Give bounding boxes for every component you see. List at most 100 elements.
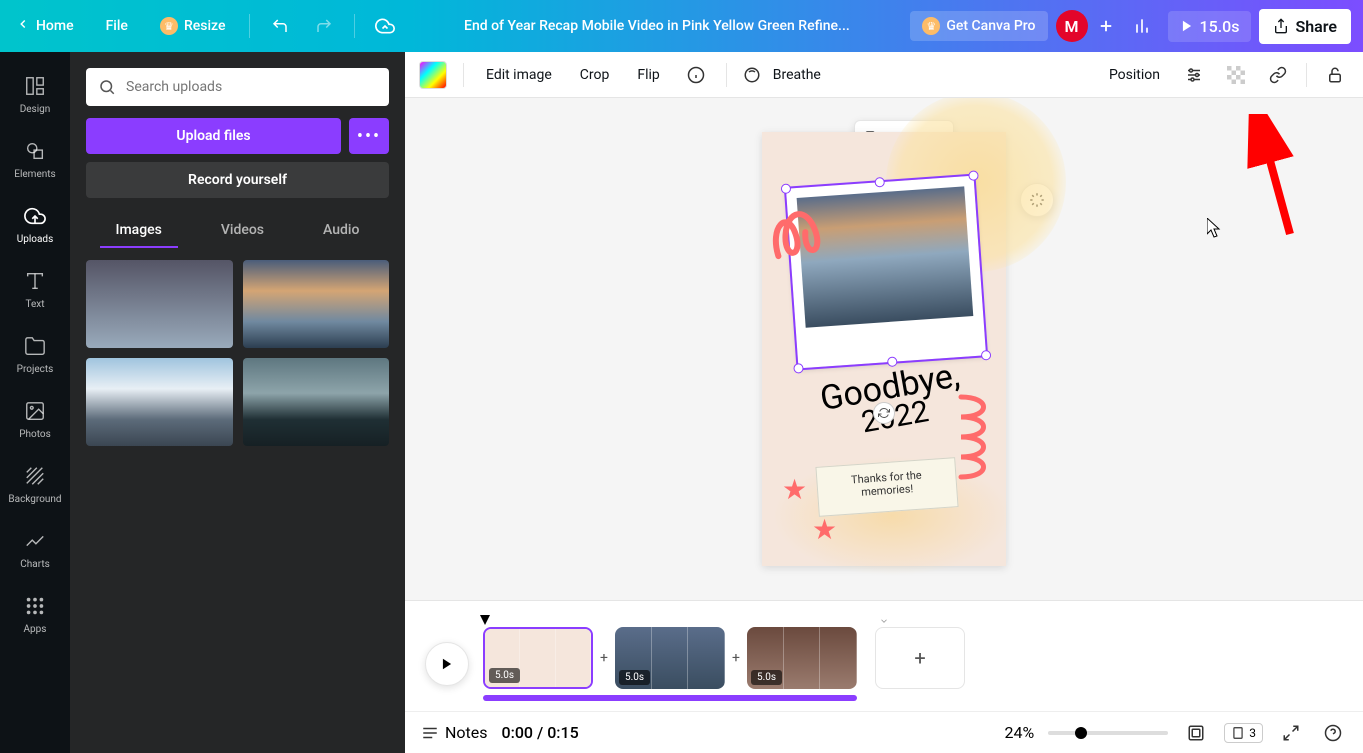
upload-thumbnail[interactable] bbox=[86, 260, 233, 348]
cloud-sync-icon[interactable] bbox=[367, 8, 403, 44]
effects-icon[interactable] bbox=[1180, 61, 1208, 89]
add-between-icon[interactable]: + bbox=[597, 650, 611, 666]
share-button[interactable]: Share bbox=[1259, 9, 1351, 44]
sidebar-item-projects[interactable]: Projects bbox=[0, 322, 70, 387]
cursor-icon bbox=[1207, 218, 1223, 243]
crown-icon: ♛ bbox=[922, 17, 940, 35]
context-toolbar: Edit image Crop Flip Breathe Position bbox=[405, 52, 1363, 98]
sidebar-item-photos[interactable]: Photos bbox=[0, 387, 70, 452]
undo-button[interactable] bbox=[262, 8, 298, 44]
notes-button[interactable]: Notes bbox=[421, 723, 488, 742]
page-indicator[interactable]: 3 bbox=[1224, 723, 1263, 743]
animate-icon bbox=[743, 66, 761, 84]
insights-icon[interactable] bbox=[1124, 8, 1160, 44]
color-swatch-button[interactable] bbox=[419, 61, 447, 89]
zoom-slider-thumb[interactable] bbox=[1075, 727, 1087, 739]
selection-handle[interactable] bbox=[781, 183, 792, 194]
playhead-icon[interactable] bbox=[480, 615, 490, 625]
search-input[interactable] bbox=[86, 68, 389, 106]
clip-duration-badge: 5.0s bbox=[619, 670, 650, 685]
flip-button[interactable]: Flip bbox=[631, 63, 665, 87]
zoom-value: 24% bbox=[1005, 723, 1035, 742]
chevron-left-icon bbox=[16, 17, 30, 35]
position-button[interactable]: Position bbox=[1103, 63, 1166, 87]
artboard[interactable]: Goodbye, 2022 Thanks for the memories! ★… bbox=[762, 132, 1006, 566]
document-title[interactable]: End of Year Recap Mobile Video in Pink Y… bbox=[403, 18, 910, 34]
selection-handle[interactable] bbox=[874, 177, 885, 188]
star-decoration: ★ bbox=[812, 513, 837, 546]
home-button[interactable]: Home bbox=[12, 11, 86, 41]
upload-files-button[interactable]: Upload files bbox=[86, 118, 341, 154]
add-page-button[interactable]: + bbox=[875, 627, 965, 689]
zoom-slider[interactable] bbox=[1048, 731, 1168, 735]
upload-thumbnail[interactable] bbox=[243, 358, 390, 446]
play-preview-button[interactable]: 15.0s bbox=[1168, 11, 1252, 42]
file-menu[interactable]: File bbox=[94, 12, 140, 40]
transparency-icon[interactable] bbox=[1222, 61, 1250, 89]
sidebar-item-elements[interactable]: Elements bbox=[0, 127, 70, 192]
redo-button[interactable] bbox=[306, 8, 342, 44]
record-yourself-button[interactable]: Record yourself bbox=[86, 162, 389, 198]
apps-icon bbox=[23, 594, 47, 618]
get-pro-button[interactable]: ♛ Get Canva Pro bbox=[910, 11, 1047, 41]
sidebar-item-design[interactable]: Design bbox=[0, 62, 70, 127]
rotate-handle-icon[interactable] bbox=[873, 402, 895, 424]
add-between-icon[interactable]: + bbox=[729, 650, 743, 666]
time-display: 0:00 / 0:15 bbox=[502, 723, 579, 742]
timeline-clip[interactable]: 5.0s bbox=[615, 627, 725, 689]
help-icon[interactable] bbox=[1319, 719, 1347, 747]
edit-image-button[interactable]: Edit image bbox=[480, 63, 558, 87]
image-icon bbox=[23, 399, 47, 423]
selection-handle[interactable] bbox=[981, 350, 992, 361]
canvas-area: Edit image Crop Flip Breathe Position bbox=[405, 52, 1363, 753]
divider bbox=[463, 63, 464, 87]
timeline-clip[interactable]: 5.0s bbox=[483, 627, 593, 689]
shapes-icon bbox=[23, 139, 47, 163]
audio-track[interactable] bbox=[483, 695, 857, 701]
canvas-viewport[interactable]: ••• bbox=[405, 98, 1363, 600]
divider bbox=[726, 63, 727, 87]
divider bbox=[249, 14, 250, 38]
timeline-collapse-icon[interactable] bbox=[425, 611, 1343, 627]
folder-icon bbox=[23, 334, 47, 358]
add-member-icon[interactable] bbox=[1096, 16, 1116, 36]
grid-view-icon[interactable] bbox=[1182, 719, 1210, 747]
lock-icon[interactable] bbox=[1321, 61, 1349, 89]
upload-thumbnail[interactable] bbox=[243, 260, 390, 348]
fullscreen-icon[interactable] bbox=[1277, 719, 1305, 747]
uploads-tabs: Images Videos Audio bbox=[86, 214, 389, 248]
sidebar-item-charts[interactable]: Charts bbox=[0, 517, 70, 582]
tab-images[interactable]: Images bbox=[100, 214, 178, 248]
divider bbox=[1306, 63, 1307, 87]
headline-text[interactable]: Goodbye, 2022 bbox=[818, 360, 967, 442]
thanks-note[interactable]: Thanks for the memories! bbox=[815, 457, 958, 517]
tab-videos[interactable]: Videos bbox=[205, 214, 280, 248]
pages-icon bbox=[1231, 726, 1245, 740]
chart-icon bbox=[23, 529, 47, 553]
tab-audio[interactable]: Audio bbox=[307, 214, 375, 248]
upload-thumbnail[interactable] bbox=[86, 358, 233, 446]
upload-more-button[interactable]: ••• bbox=[349, 118, 389, 154]
sidebar-item-uploads[interactable]: Uploads bbox=[0, 192, 70, 257]
sidebar-item-apps[interactable]: Apps bbox=[0, 582, 70, 647]
topbar-right-group: ♛ Get Canva Pro M 15.0s Share bbox=[910, 8, 1351, 44]
star-decoration: ★ bbox=[782, 473, 807, 506]
crop-button[interactable]: Crop bbox=[574, 63, 616, 87]
status-bar: Notes 0:00 / 0:15 24% 3 bbox=[405, 711, 1363, 753]
timeline-clip[interactable]: 5.0s bbox=[747, 627, 857, 689]
topbar-left-group: Home File ♛ Resize bbox=[12, 8, 403, 44]
selection-handle[interactable] bbox=[793, 363, 804, 374]
search-field[interactable] bbox=[126, 79, 377, 95]
polaroid-image-selected[interactable] bbox=[786, 176, 986, 369]
search-icon bbox=[98, 78, 116, 96]
resize-button[interactable]: ♛ Resize bbox=[148, 11, 238, 41]
play-button[interactable] bbox=[425, 642, 469, 686]
link-icon[interactable] bbox=[1264, 61, 1292, 89]
avatar[interactable]: M bbox=[1056, 10, 1088, 42]
clip-duration-badge: 5.0s bbox=[751, 670, 782, 685]
sidebar-item-background[interactable]: Background bbox=[0, 452, 70, 517]
info-icon[interactable] bbox=[682, 61, 710, 89]
sidebar-item-text[interactable]: Text bbox=[0, 257, 70, 322]
timeline: 5.0s + 5.0s + bbox=[405, 600, 1363, 711]
animate-button[interactable]: Breathe bbox=[743, 63, 827, 87]
